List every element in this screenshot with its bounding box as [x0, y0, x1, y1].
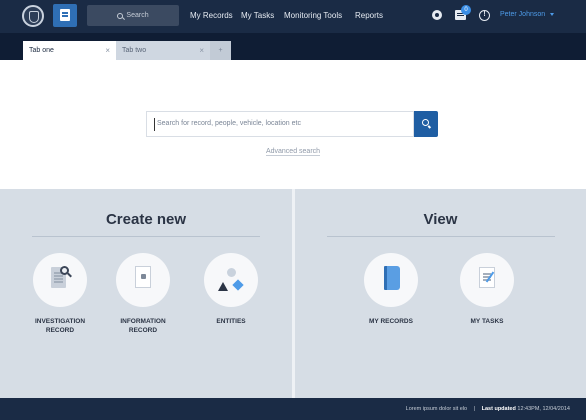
divider	[32, 236, 260, 237]
tab-label: Tab one	[29, 47, 54, 54]
label-line: RECORD	[45, 327, 75, 334]
information-record-icon	[135, 266, 151, 288]
search-button[interactable]	[414, 111, 438, 137]
my-tasks-label: MY TASKS	[447, 317, 527, 326]
global-search-input[interactable]: Search	[87, 5, 179, 26]
last-updated-label: Last updated	[481, 406, 516, 412]
notification-badge: 0	[461, 5, 471, 15]
police-badge-logo-icon[interactable]	[22, 5, 44, 27]
add-tab-button[interactable]: +	[210, 41, 231, 60]
information-record-button[interactable]	[116, 253, 170, 307]
label-line: MY RECORDS	[369, 318, 413, 325]
search-icon	[117, 12, 124, 19]
footer: Lorem ipsum dolor sit elo | Last updated…	[0, 398, 586, 420]
label-line: INFORMATION	[120, 318, 166, 325]
tab-two[interactable]: Tab two ×	[116, 41, 210, 60]
nav-my-records[interactable]: My Records	[190, 11, 233, 20]
close-tab-icon[interactable]: ×	[105, 41, 110, 60]
my-records-button[interactable]	[364, 253, 418, 307]
user-menu[interactable]: Peter Johnson	[500, 11, 555, 18]
advanced-search-link[interactable]: Advanced search	[265, 148, 321, 156]
label-line: RECORD	[128, 327, 158, 334]
create-new-panel: Create new INVESTIGATION RECORD INFORMAT…	[0, 189, 292, 398]
close-tab-icon[interactable]: ×	[199, 41, 204, 60]
entities-icon	[218, 268, 246, 294]
last-updated-value: 12:43PM, 12/04/2014	[517, 406, 570, 412]
view-title: View	[423, 211, 458, 228]
footer-text: Lorem ipsum dolor sit elo | Last updated…	[406, 406, 570, 412]
view-panel: View MY RECORDS MY TASKS	[295, 189, 586, 398]
user-name: Peter Johnson	[500, 11, 546, 18]
top-navigation-bar: Search My Records My Tasks Monitoring To…	[0, 0, 586, 33]
nav-reports[interactable]: Reports	[355, 11, 383, 20]
tab-one[interactable]: Tab one ×	[23, 41, 116, 60]
create-new-title: Create new	[105, 211, 187, 228]
chevron-down-icon	[550, 12, 555, 16]
main-search-input[interactable]: Search for record, people, vehicle, loca…	[146, 111, 414, 137]
tab-label: Tab two	[122, 47, 147, 54]
search-section: Search for record, people, vehicle, loca…	[0, 60, 586, 189]
global-search-label: Search	[126, 12, 149, 19]
my-records-icon	[384, 266, 400, 290]
document-icon	[60, 9, 70, 21]
new-record-button[interactable]	[53, 4, 77, 27]
label-line: ENTITIES	[216, 318, 246, 325]
label-line: MY TASKS	[470, 318, 504, 325]
nav-my-tasks[interactable]: My Tasks	[241, 11, 274, 20]
my-records-label: MY RECORDS	[351, 317, 431, 326]
my-tasks-button[interactable]	[460, 253, 514, 307]
tab-strip: Tab one × Tab two × +	[0, 33, 586, 60]
magnifier-icon	[60, 266, 69, 275]
label-line: INVESTIGATION	[34, 318, 86, 325]
footer-separator: |	[473, 406, 476, 412]
settings-gear-icon[interactable]	[432, 10, 442, 20]
entities-button[interactable]	[204, 253, 258, 307]
investigation-record-label: INVESTIGATION RECORD	[20, 317, 100, 335]
footer-lorem: Lorem ipsum dolor sit elo	[405, 406, 468, 412]
nav-monitoring-tools[interactable]: Monitoring Tools	[284, 11, 342, 20]
divider	[327, 236, 555, 237]
help-info-icon[interactable]: !	[479, 10, 490, 21]
entities-label: ENTITIES	[191, 317, 271, 326]
investigation-record-button[interactable]	[33, 253, 87, 307]
information-record-label: INFORMATION RECORD	[103, 317, 183, 335]
my-tasks-icon	[479, 267, 495, 288]
search-icon	[422, 119, 429, 126]
